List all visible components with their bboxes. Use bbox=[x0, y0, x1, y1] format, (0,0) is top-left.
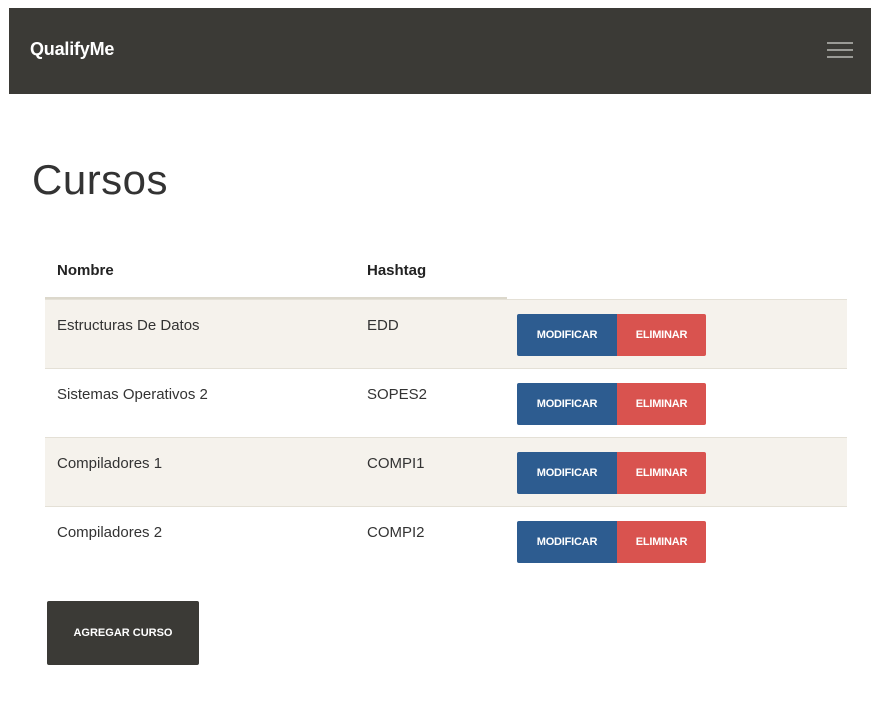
hamburger-line bbox=[827, 49, 853, 51]
course-name: Compiladores 2 bbox=[57, 524, 163, 541]
add-course-button[interactable]: AGREGAR CURSO bbox=[47, 601, 199, 665]
modify-button[interactable]: MODIFICAR bbox=[517, 452, 617, 494]
delete-button[interactable]: ELIMINAR bbox=[617, 452, 706, 494]
course-name: Estructuras De Datos bbox=[57, 317, 200, 334]
hamburger-line bbox=[827, 56, 853, 58]
column-header-nombre: Nombre bbox=[57, 262, 114, 279]
course-hashtag: COMPI2 bbox=[367, 524, 425, 541]
hamburger-menu-icon[interactable] bbox=[827, 40, 853, 60]
delete-button[interactable]: ELIMINAR bbox=[617, 521, 706, 563]
table-row: Compiladores 1 COMPI1 MODIFICAR ELIMINAR bbox=[45, 437, 847, 506]
table-row: Sistemas Operativos 2 SOPES2 MODIFICAR E… bbox=[45, 368, 847, 437]
table-row: Estructuras De Datos EDD MODIFICAR ELIMI… bbox=[45, 299, 847, 368]
column-header-hashtag: Hashtag bbox=[367, 262, 427, 279]
modify-button[interactable]: MODIFICAR bbox=[517, 383, 617, 425]
page: QualifyMe Cursos Nombre Hashtag Estructu… bbox=[0, 0, 871, 713]
navbar: QualifyMe bbox=[9, 8, 871, 94]
table-row: Compiladores 2 COMPI2 MODIFICAR ELIMINAR bbox=[45, 506, 847, 575]
delete-button[interactable]: ELIMINAR bbox=[617, 314, 706, 356]
modify-button[interactable]: MODIFICAR bbox=[517, 521, 617, 563]
course-name: Sistemas Operativos 2 bbox=[57, 386, 208, 403]
brand-link[interactable]: QualifyMe bbox=[30, 39, 114, 60]
hamburger-line bbox=[827, 42, 853, 44]
course-name: Compiladores 1 bbox=[57, 455, 163, 472]
modify-button[interactable]: MODIFICAR bbox=[517, 314, 617, 356]
course-hashtag: SOPES2 bbox=[367, 386, 428, 403]
delete-button[interactable]: ELIMINAR bbox=[617, 383, 706, 425]
course-hashtag: COMPI1 bbox=[367, 455, 425, 472]
page-title: Cursos bbox=[32, 156, 169, 203]
course-hashtag: EDD bbox=[367, 317, 399, 334]
